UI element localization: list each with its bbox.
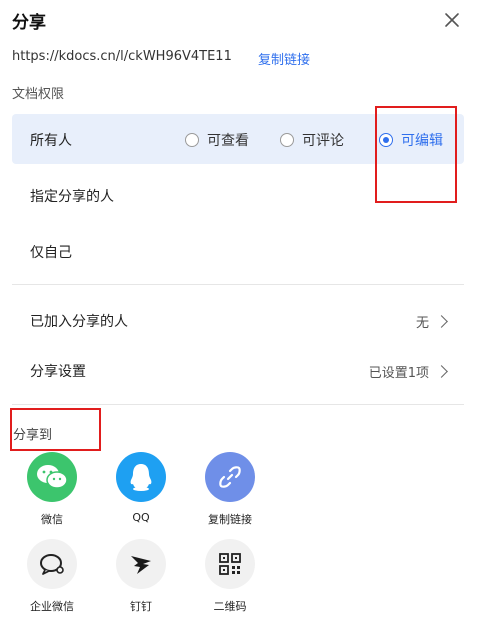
radio-comment-label: 可评论 (302, 133, 344, 149)
share-wechat-label: 微信 (41, 513, 63, 526)
share-settings-value: 已设置1项 (368, 365, 429, 381)
share-qq[interactable]: QQ (101, 452, 181, 524)
dingtalk-icon (116, 539, 166, 589)
joined-people-value: 无 (415, 315, 429, 331)
permission-section-label: 文档权限 (12, 87, 65, 102)
radio-view-dot (185, 133, 199, 147)
share-qrcode[interactable]: 二维码 (190, 539, 270, 614)
share-copy-link[interactable]: 复制链接 (190, 452, 270, 527)
share-qrcode-label: 二维码 (213, 600, 247, 613)
wechat-icon (27, 452, 77, 502)
share-url: https://kdocs.cn/l/ckWH96V4TE11 (12, 49, 232, 64)
link-icon (205, 452, 255, 502)
qrcode-icon (205, 539, 255, 589)
share-dingtalk[interactable]: 钉钉 (101, 539, 181, 614)
share-qq-label: QQ (132, 511, 150, 524)
share-dingtalk-label: 钉钉 (130, 600, 152, 613)
share-settings-label: 分享设置 (30, 364, 86, 380)
joined-people-label: 已加入分享的人 (30, 314, 128, 330)
radio-view[interactable]: 可查看 (185, 130, 249, 150)
divider (12, 284, 464, 285)
specified-people-option[interactable]: 指定分享的人 (30, 186, 114, 206)
dialog-title: 分享 (12, 13, 46, 33)
everyone-label: 所有人 (30, 133, 72, 149)
only-me-option[interactable]: 仅自己 (30, 242, 72, 262)
share-to-label: 分享到 (13, 428, 53, 443)
annotation-box-edit (375, 106, 457, 203)
copy-link-button[interactable]: 复制链接 (258, 49, 310, 68)
qq-icon (116, 452, 166, 502)
share-settings-row[interactable]: 分享设置 已设置1项 (30, 361, 448, 381)
wework-icon (27, 539, 77, 589)
joined-people-row[interactable]: 已加入分享的人 无 (30, 311, 448, 331)
share-wework[interactable]: 企业微信 (12, 539, 92, 614)
close-icon[interactable] (440, 8, 464, 32)
radio-view-label: 可查看 (207, 133, 249, 149)
radio-comment[interactable]: 可评论 (280, 130, 344, 150)
radio-comment-dot (280, 133, 294, 147)
share-copy-link-label: 复制链接 (208, 513, 252, 526)
chevron-right-icon (435, 364, 448, 378)
chevron-right-icon (435, 314, 448, 328)
divider (12, 404, 464, 405)
share-wework-label: 企业微信 (30, 600, 74, 613)
share-wechat[interactable]: 微信 (12, 452, 92, 527)
